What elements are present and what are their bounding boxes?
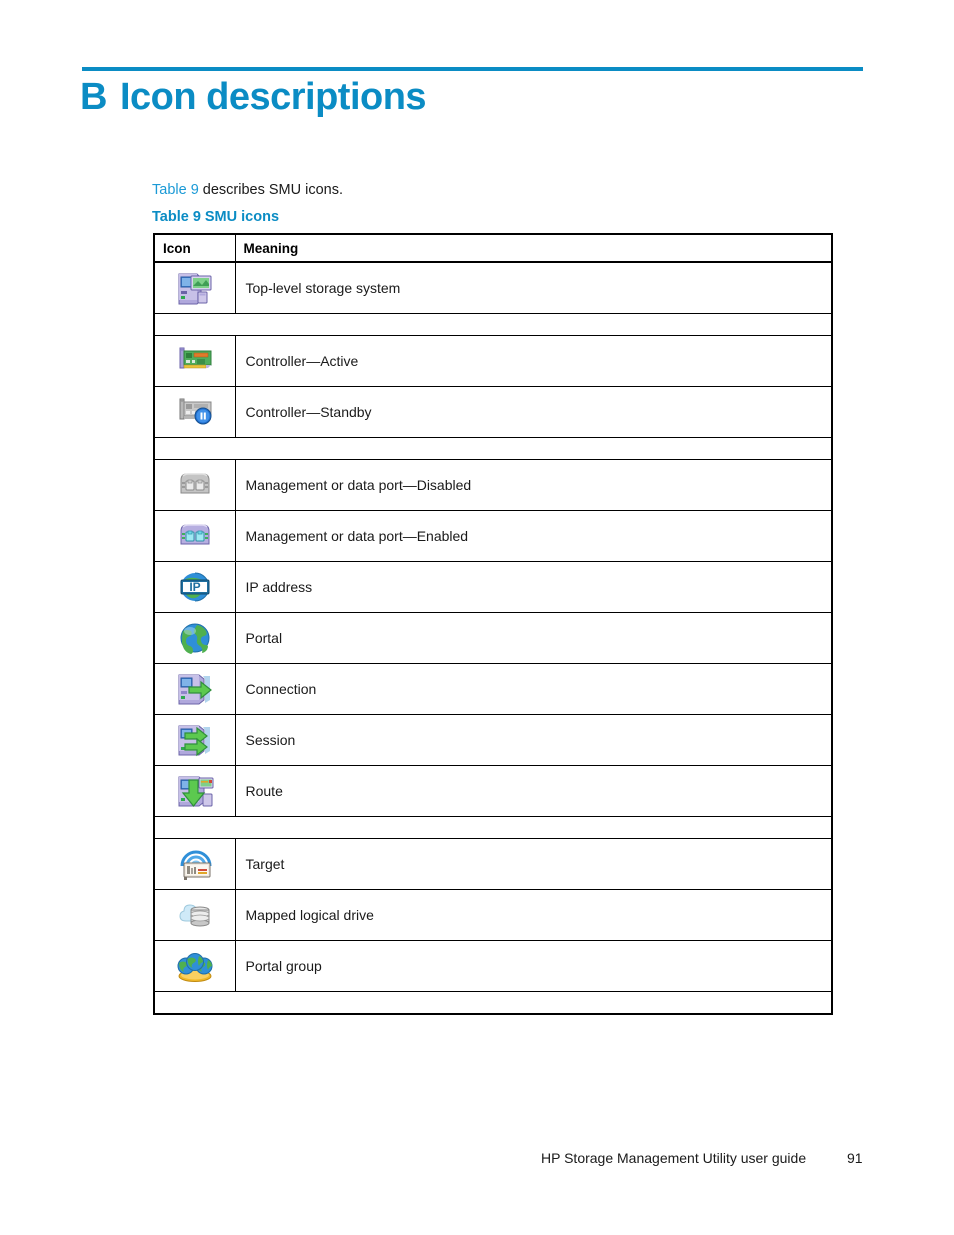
table-spacer-row — [154, 816, 832, 839]
icon-cell — [154, 612, 236, 664]
controller-active-icon — [155, 336, 235, 386]
controller-standby-icon — [179, 398, 212, 425]
table-row: Route — [154, 765, 832, 817]
connection-icon — [155, 664, 235, 714]
table-row: Target — [154, 838, 832, 890]
table-spacer-row — [154, 991, 832, 1015]
top-level-storage-system-icon — [155, 263, 235, 313]
spacer-meaning-cell — [235, 437, 832, 460]
spacer-icon-cell — [154, 313, 235, 336]
session-icon — [155, 715, 235, 765]
table-row: Controller—Active — [154, 335, 832, 387]
footer-page-number: 91 — [847, 1150, 863, 1166]
table-body: Top-level storage system Controller—Acti… — [154, 261, 832, 1015]
page-title: B Icon descriptions — [80, 76, 427, 119]
spacer-icon-cell — [154, 816, 235, 839]
meaning-cell: Management or data port—Disabled — [234, 459, 832, 511]
meaning-cell: Target — [234, 838, 832, 890]
ip-address-icon: IP — [180, 572, 210, 602]
icon-cell — [154, 663, 236, 715]
connection-icon — [178, 674, 212, 705]
table-caption: Table 9 SMU icons — [152, 209, 279, 225]
spacer-meaning-cell — [235, 313, 832, 336]
meaning-cell: Mapped logical drive — [234, 889, 832, 941]
icon-cell — [154, 510, 236, 562]
table-spacer-row — [154, 437, 832, 460]
column-header-meaning: Meaning — [234, 234, 832, 263]
table-row: Controller—Standby — [154, 386, 832, 438]
portal-icon — [180, 623, 210, 654]
icon-cell — [154, 889, 236, 941]
icon-cell — [154, 459, 236, 511]
route-icon — [178, 776, 214, 807]
meaning-cell: Connection — [234, 663, 832, 715]
port-enabled-icon — [180, 524, 210, 545]
table-cross-reference-link[interactable]: Table 9 — [152, 182, 199, 198]
spacer-meaning-cell — [235, 816, 832, 839]
portal-group-icon — [177, 953, 213, 982]
intro-text: describes SMU icons. — [198, 182, 344, 198]
target-icon — [155, 839, 235, 889]
meaning-cell: Management or data port—Enabled — [234, 510, 832, 562]
chapter-rule — [82, 67, 863, 71]
table-row: Connection — [154, 663, 832, 715]
ip-address-icon: IP — [155, 562, 235, 612]
table-row: Mapped logical drive — [154, 889, 832, 941]
table-caption-text: SMU icons — [204, 209, 280, 225]
meaning-cell: Portal — [234, 612, 832, 664]
footer-guide-title: HP Storage Management Utility user guide — [541, 1150, 807, 1166]
mapped-logical-drive-icon — [179, 904, 210, 927]
intro-paragraph: Table 9 describes SMU icons. — [152, 182, 343, 198]
table-header-row: Icon Meaning — [154, 234, 832, 263]
spacer-icon-cell — [154, 437, 235, 460]
table-row: Session — [154, 714, 832, 766]
mapped-logical-drive-icon — [155, 890, 235, 940]
portal-icon — [155, 613, 235, 663]
port-disabled-icon — [155, 460, 235, 510]
chapter-title-text: Icon descriptions — [119, 76, 427, 118]
meaning-cell: Controller—Active — [234, 335, 832, 387]
route-icon — [155, 766, 235, 816]
spacer-icon-cell — [154, 991, 235, 1015]
top-level-storage-system-icon — [178, 273, 212, 305]
meaning-cell: Controller—Standby — [234, 386, 832, 438]
portal-group-icon — [155, 941, 235, 991]
meaning-cell: Session — [234, 714, 832, 766]
smu-icons-table: Icon Meaning Top-level storage system Co… — [153, 233, 833, 1015]
session-icon — [178, 725, 210, 757]
icon-cell — [154, 838, 236, 890]
port-disabled-icon — [180, 473, 210, 494]
meaning-cell: Route — [234, 765, 832, 817]
column-header-icon: Icon — [154, 234, 236, 263]
table-spacer-row — [154, 313, 832, 336]
meaning-cell: IP address — [234, 561, 832, 613]
target-icon — [180, 850, 212, 880]
table-row: Top-level storage system — [154, 261, 832, 314]
controller-active-icon — [179, 347, 212, 369]
controller-standby-icon — [155, 387, 235, 437]
table-row: IP IP address — [154, 561, 832, 613]
table-row: Portal group — [154, 940, 832, 992]
icon-cell — [154, 261, 236, 314]
port-enabled-icon — [155, 511, 235, 561]
icon-cell — [154, 386, 236, 438]
meaning-cell: Portal group — [234, 940, 832, 992]
icon-cell — [154, 714, 236, 766]
chapter-letter: B — [80, 76, 107, 118]
table-row: Management or data port—Disabled — [154, 459, 832, 511]
icon-cell — [154, 335, 236, 387]
icon-cell — [154, 940, 236, 992]
table-row: Management or data port—Enabled — [154, 510, 832, 562]
icon-cell — [154, 765, 236, 817]
spacer-meaning-cell — [235, 991, 832, 1015]
icon-cell: IP — [154, 561, 236, 613]
table-row: Portal — [154, 612, 832, 664]
svg-text:IP: IP — [189, 580, 200, 594]
table-caption-label: Table 9 — [152, 209, 201, 225]
meaning-cell: Top-level storage system — [234, 261, 832, 314]
